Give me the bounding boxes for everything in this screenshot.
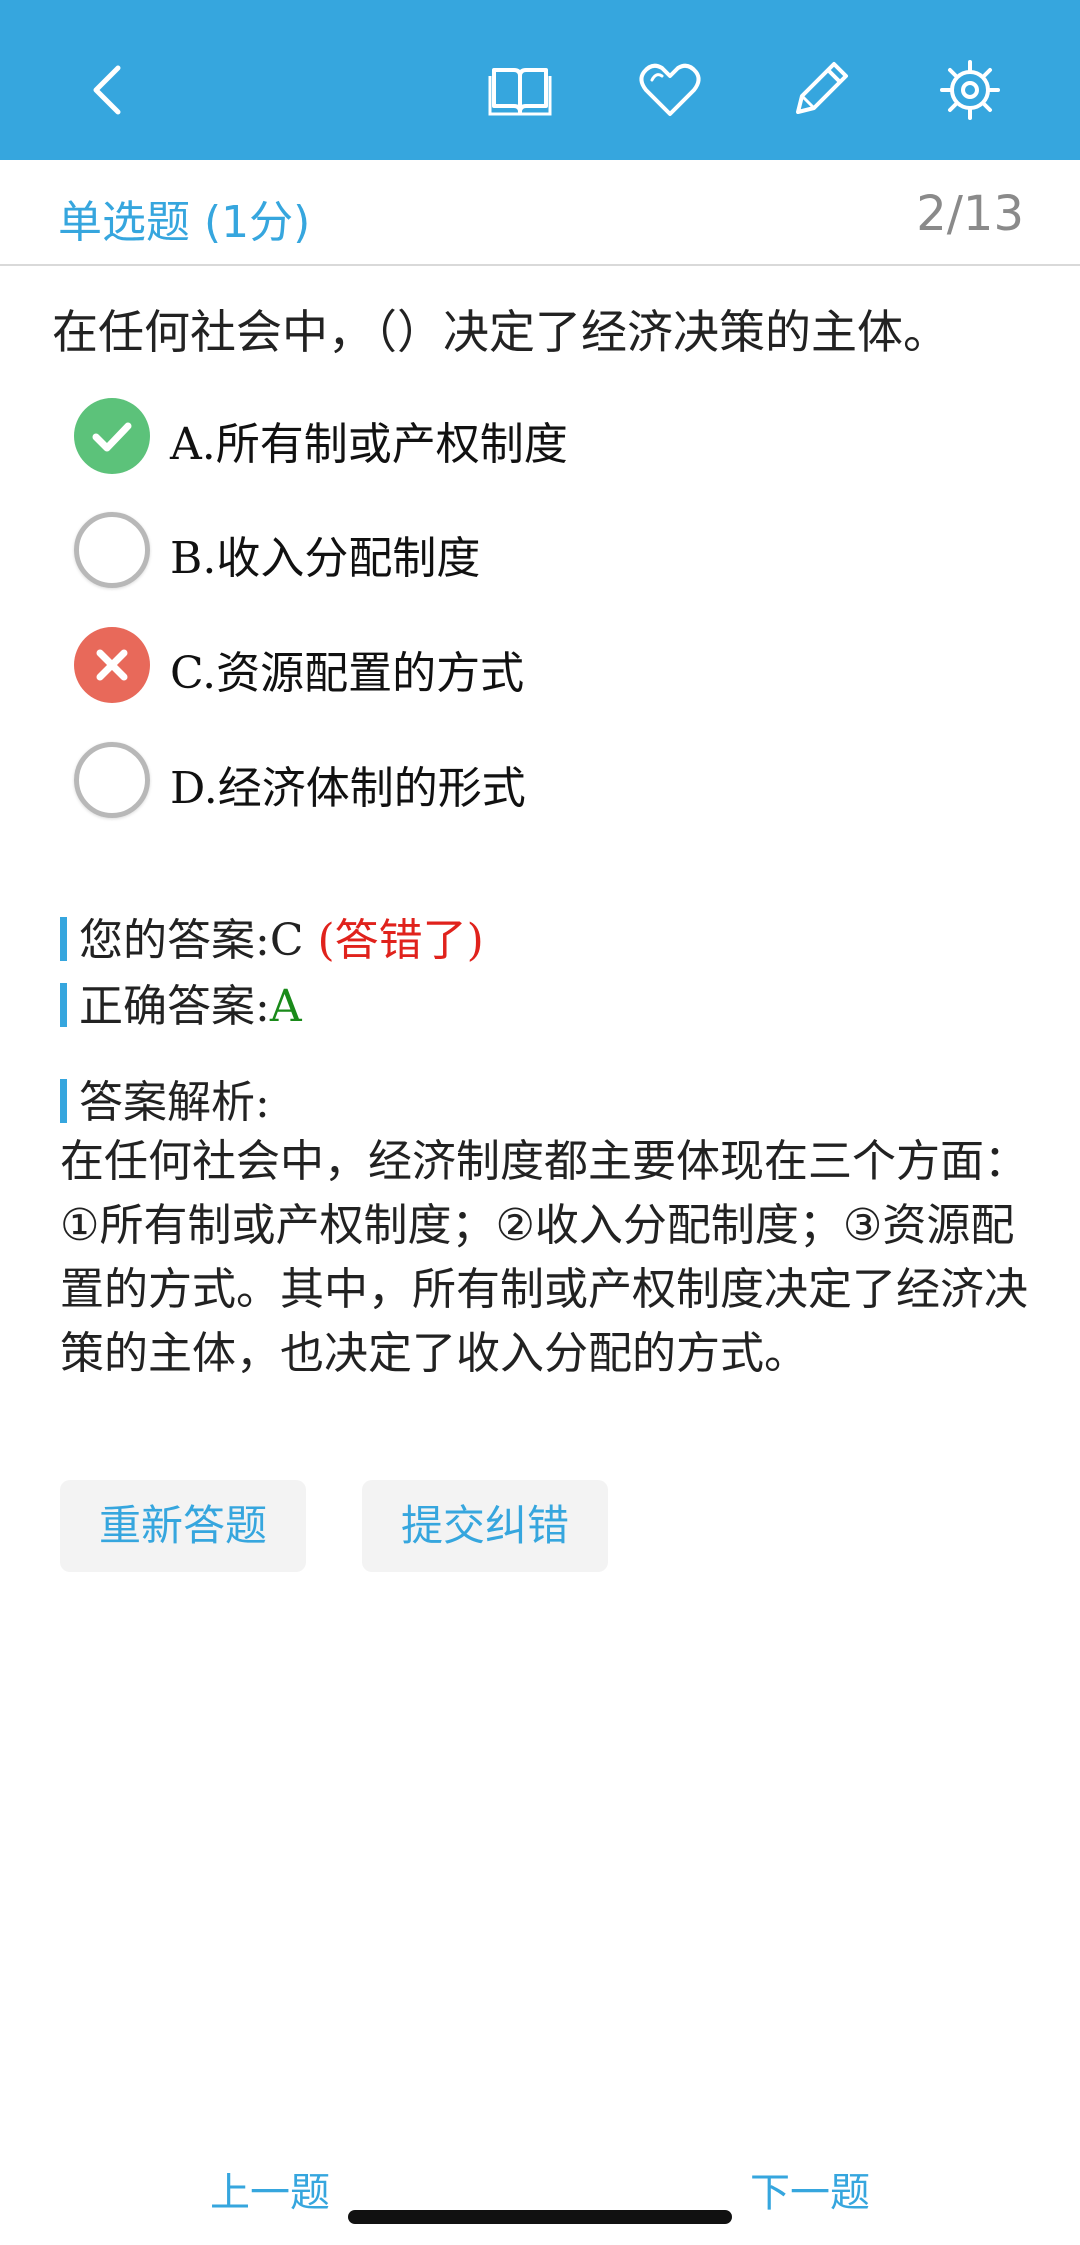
- book-icon[interactable]: [480, 50, 560, 130]
- redo-button[interactable]: 重新答题: [60, 1480, 306, 1572]
- option-label: D.经济体制的形式: [170, 763, 526, 814]
- check-icon: [74, 398, 150, 474]
- question-header: 单选题 (1分) 2/13: [0, 160, 1080, 266]
- top-nav-bar: [0, 0, 1080, 160]
- question-progress: 2/13: [916, 186, 1024, 242]
- question-type-label: 单选题 (1分): [58, 197, 311, 248]
- analysis-title: 答案解析:: [60, 1066, 270, 1130]
- option-b[interactable]: B.收入分配制度: [74, 512, 974, 592]
- correct-answer-value: A: [269, 981, 302, 1032]
- section-marker: [60, 1079, 67, 1123]
- question-text: 在任何社会中，（）决定了经济决策的主体。: [52, 305, 949, 359]
- option-label: B.收入分配制度: [170, 533, 481, 584]
- option-label: C.资源配置的方式: [170, 648, 525, 699]
- radio-empty-icon: [74, 512, 150, 588]
- settings-gear-icon[interactable]: [930, 50, 1010, 130]
- home-indicator[interactable]: [348, 2210, 732, 2224]
- option-a[interactable]: A.所有制或产权制度: [74, 398, 974, 478]
- pencil-icon[interactable]: [780, 50, 860, 130]
- analysis-title-text: 答案解析:: [79, 1077, 270, 1128]
- report-error-button[interactable]: 提交纠错: [362, 1480, 608, 1572]
- your-answer-value: C: [269, 915, 304, 966]
- prev-question-link[interactable]: 上一题: [210, 2160, 330, 2218]
- option-c[interactable]: C.资源配置的方式: [74, 627, 974, 707]
- your-answer-label: 您的答案:: [79, 915, 270, 966]
- radio-empty-icon: [74, 742, 150, 818]
- cross-icon: [74, 627, 150, 703]
- your-answer-line: 您的答案:C (答错了): [60, 904, 484, 968]
- correct-answer-label: 正确答案:: [79, 981, 270, 1032]
- heart-icon[interactable]: [630, 50, 710, 130]
- option-label: A.所有制或产权制度: [170, 419, 568, 470]
- analysis-text: 在任何社会中，经济制度都主要体现在三个方面：①所有制或产权制度；②收入分配制度；…: [60, 1136, 1028, 1379]
- option-d[interactable]: D.经济体制的形式: [74, 742, 974, 822]
- section-marker: [60, 917, 67, 961]
- correct-answer-line: 正确答案:A: [60, 970, 302, 1034]
- back-arrow-icon[interactable]: [70, 50, 150, 130]
- wrong-tag: (答错了): [317, 915, 484, 966]
- section-marker: [60, 983, 67, 1027]
- next-question-link[interactable]: 下一题: [750, 2160, 870, 2218]
